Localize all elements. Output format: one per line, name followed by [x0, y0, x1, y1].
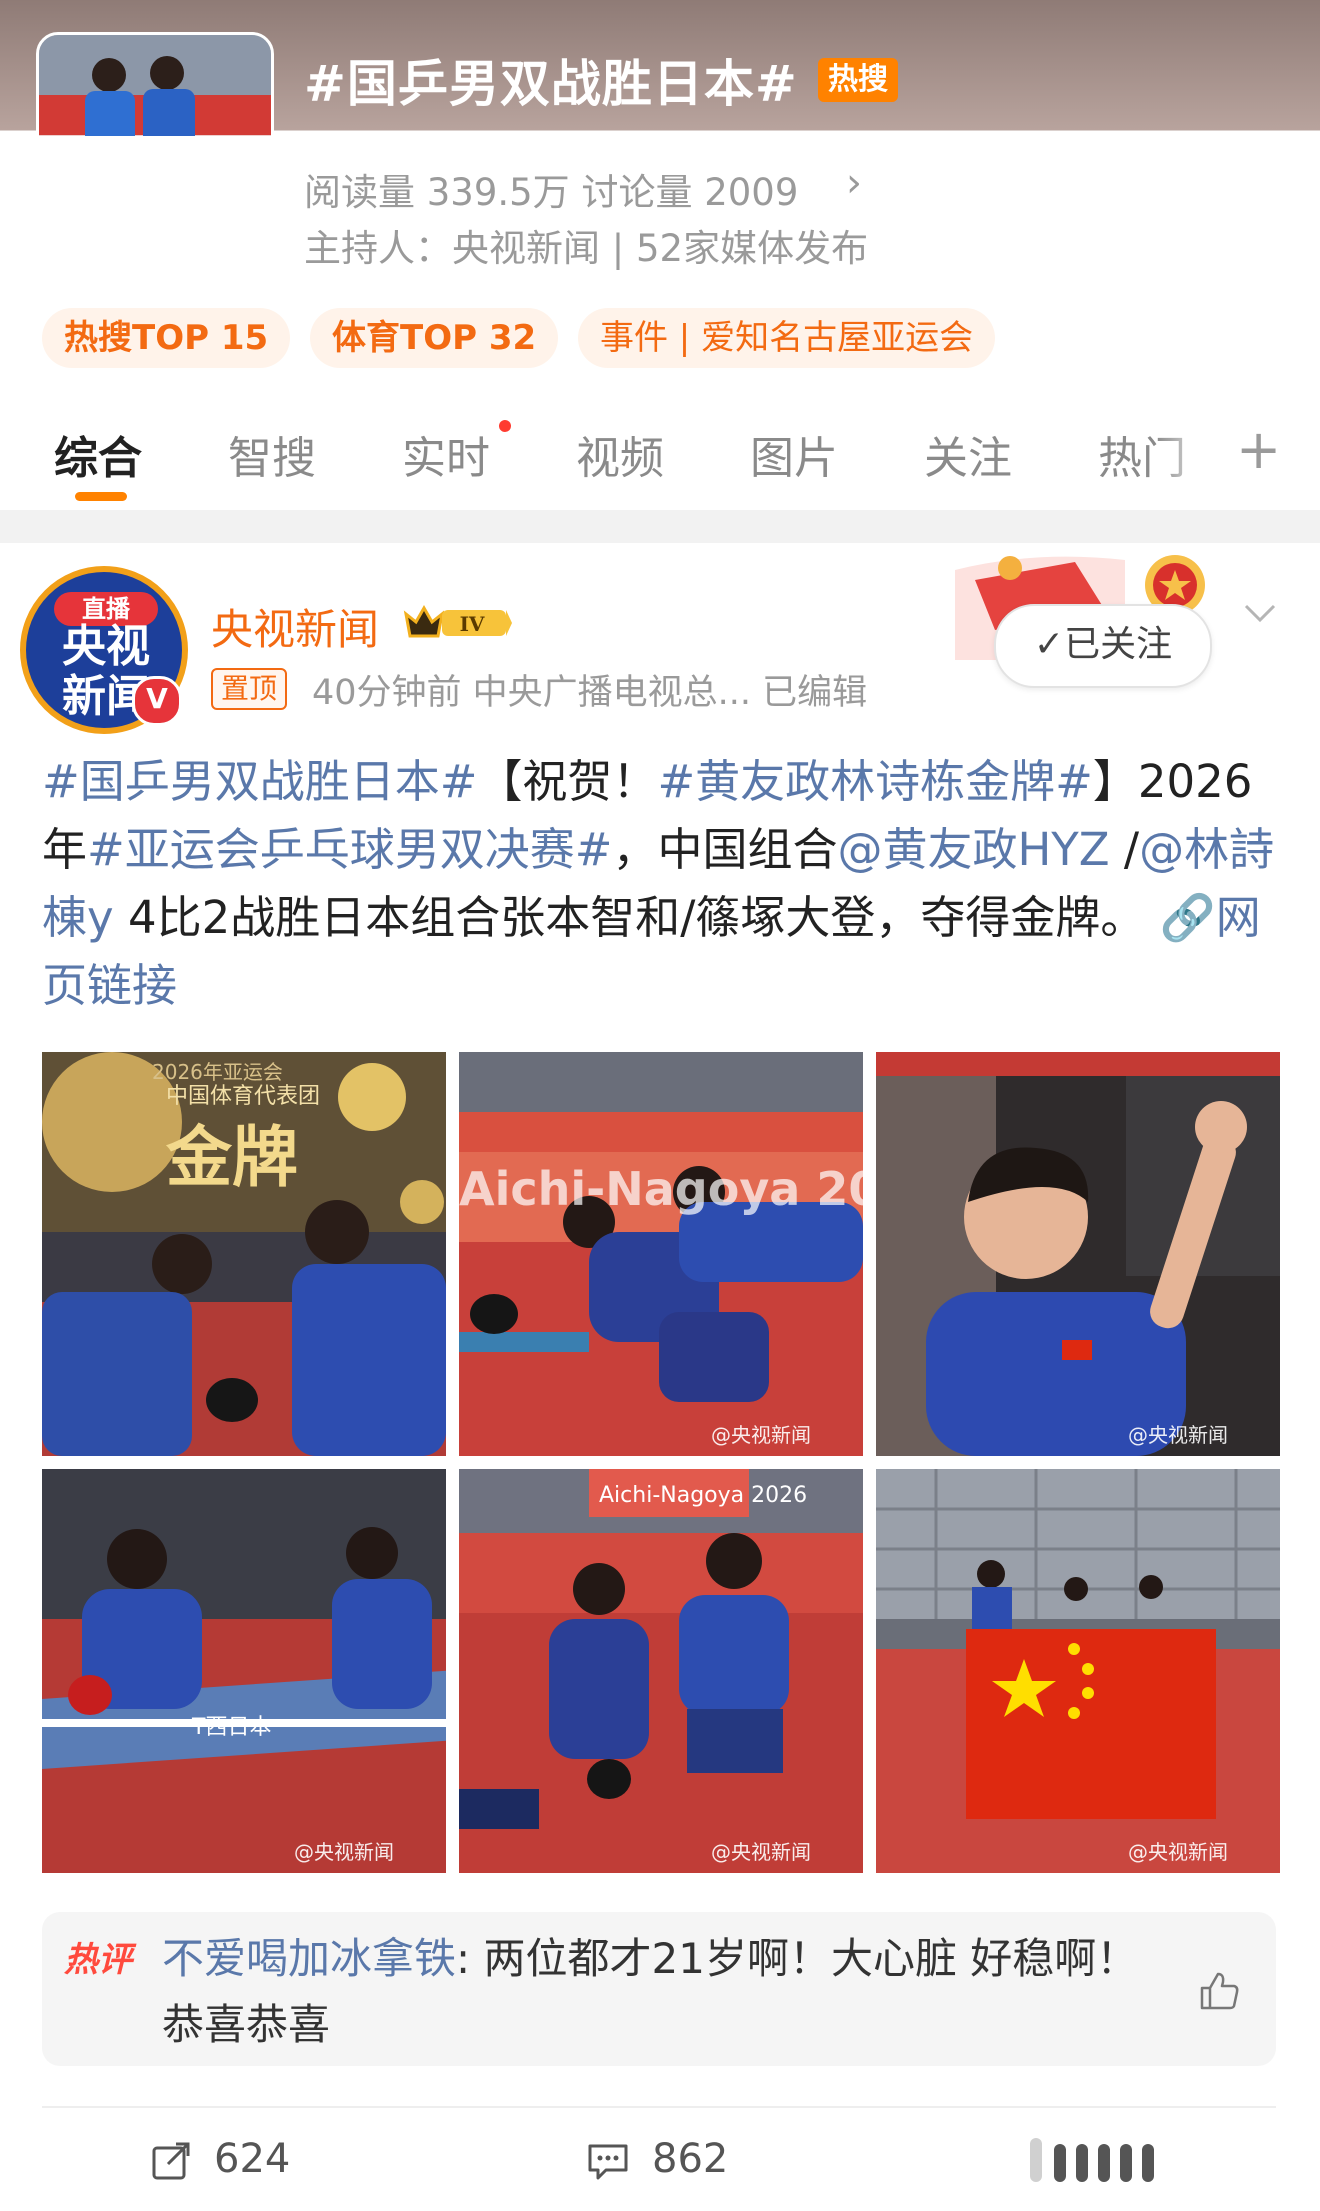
photo-image — [876, 1052, 1280, 1456]
photo-5[interactable]: Aichi-Nagoya 2026 @央视新闻 — [459, 1469, 863, 1873]
photo-caption: T西日本 — [192, 1715, 272, 1740]
tab-video[interactable]: 视频 — [576, 422, 664, 486]
photo-watermark: @央视新闻 — [711, 1423, 811, 1447]
comment-count[interactable]: 862 — [652, 2136, 728, 2182]
photo-caption: Aichi-Nagoya 2026 — [599, 1483, 808, 1508]
comment-icon[interactable] — [586, 2140, 630, 2182]
post-meta: 40分钟前 中央广播电视总... 已编辑 — [312, 673, 868, 713]
topic-link[interactable]: #国乒男双战胜日本# — [42, 755, 477, 808]
like-icon[interactable] — [1024, 2132, 1184, 2188]
photo-image — [459, 1052, 863, 1456]
photo-watermark: @央视新闻 — [1128, 1840, 1228, 1864]
comment-user[interactable]: 不爱喝加冰拿铁 — [162, 1934, 456, 1983]
photo-image — [459, 1469, 863, 1873]
follow-button[interactable]: ✓已关注 — [994, 604, 1212, 688]
topic-host[interactable]: 主持人：央视新闻 | 52家媒体发布 — [304, 218, 868, 272]
photo-caption: 金牌 — [166, 1119, 298, 1196]
photo-watermark: @央视新闻 — [294, 1840, 394, 1864]
text-segment: 4比2战胜日本组合张本智和/篠塚大登，夺得金牌。 — [113, 891, 1146, 944]
photo-caption: Aichi-Nagoya 2026 — [459, 1162, 863, 1216]
topic-stats: 阅读量 339.5万 讨论量 2009 — [304, 171, 799, 214]
author-name[interactable]: 央视新闻 — [211, 596, 379, 657]
photo-6[interactable]: @央视新闻 — [876, 1469, 1280, 1873]
chip-event[interactable]: 事件 | 爱知名古屋亚运会 — [578, 308, 996, 368]
tab-smart-search[interactable]: 智搜 — [228, 422, 316, 486]
hot-comment-label: 热评 — [64, 1940, 132, 1980]
photo-image — [42, 1469, 446, 1873]
vip-crown-icon[interactable]: IV — [402, 600, 514, 644]
photo-watermark: @央视新闻 — [1128, 1423, 1228, 1447]
text-segment: / — [1109, 823, 1140, 876]
chip-sports-rank[interactable]: 体育TOP 32 — [310, 308, 559, 368]
tab-following[interactable]: 关注 — [924, 422, 1012, 486]
pinned-badge: 置顶 — [211, 668, 288, 710]
mention-link[interactable]: @黄友政HYZ — [837, 823, 1109, 876]
hot-search-badge: 热搜 — [818, 58, 898, 102]
tab-fade — [1155, 410, 1245, 490]
chevron-right-icon[interactable]: › — [846, 160, 862, 206]
svg-text:IV: IV — [460, 612, 485, 636]
photo-2[interactable]: Aichi-Nagoya 2026 @央视新闻 — [459, 1052, 863, 1456]
notification-dot — [499, 420, 511, 432]
tab-images[interactable]: 图片 — [750, 422, 838, 486]
post-text: #国乒男双战胜日本#【祝贺！#黄友政林诗栋金牌#】2026年#亚运会乒乓球男双决… — [42, 748, 1278, 1020]
photo-4[interactable]: T西日本 @央视新闻 — [42, 1469, 446, 1873]
tab-all[interactable]: 综合 — [54, 422, 142, 486]
photo-1[interactable]: 2026年亚运会 中国体育代表团 金牌 — [42, 1052, 446, 1456]
text-segment: 【祝贺！ — [477, 755, 658, 808]
verified-icon: V — [132, 676, 182, 726]
plus-icon[interactable]: + — [1236, 418, 1281, 481]
thumbs-up-icon[interactable] — [1196, 1968, 1242, 2014]
share-icon[interactable] — [150, 2140, 192, 2182]
share-count[interactable]: 624 — [214, 2136, 290, 2182]
hot-comment-text: 不爱喝加冰拿铁: 两位都才21岁啊！大心脏 好稳啊！恭喜恭喜 — [162, 1926, 1162, 2058]
topic-title: #国乒男双战胜日本# — [304, 55, 798, 113]
tab-realtime[interactable]: 实时 — [402, 422, 490, 486]
active-tab-indicator — [75, 492, 127, 501]
photo-image — [876, 1469, 1280, 1873]
chevron-down-icon[interactable] — [1240, 592, 1280, 632]
divider — [42, 2106, 1276, 2108]
photo-3[interactable]: @央视新闻 — [876, 1052, 1280, 1456]
text-segment: ，中国组合 — [612, 823, 838, 876]
photo-watermark: @央视新闻 — [711, 1840, 811, 1864]
topic-link[interactable]: #亚运会乒乓球男双决赛# — [87, 823, 612, 876]
chip-hot-rank[interactable]: 热搜TOP 15 — [42, 308, 291, 368]
topic-link[interactable]: #黄友政林诗栋金牌# — [657, 755, 1092, 808]
